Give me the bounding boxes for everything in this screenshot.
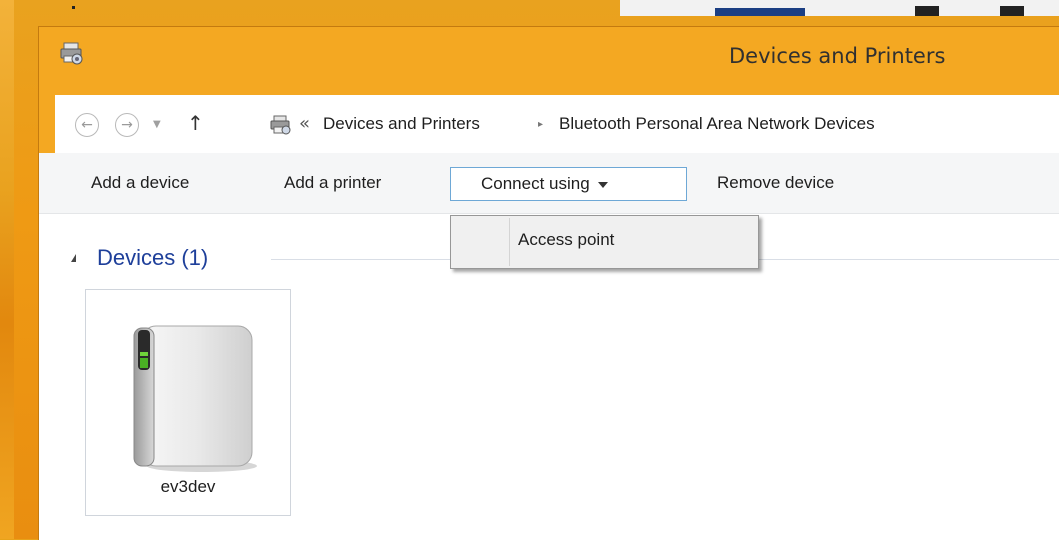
- back-arrow-icon: ←: [81, 117, 93, 133]
- device-name-label: ev3dev: [160, 477, 216, 496]
- navigation-bar-inner: ← → ▼ ↑ « Devices and Printers ▸ Bluetoo…: [55, 95, 1059, 153]
- window-title: Devices and Printers: [729, 44, 946, 68]
- devices-printers-small-icon: [270, 115, 291, 135]
- background-window-fragment: [1000, 6, 1024, 16]
- devices-printers-icon: [60, 42, 83, 65]
- desktop-edge: [0, 0, 14, 539]
- forward-button[interactable]: →: [115, 113, 139, 137]
- device-tile[interactable]: ev3dev: [85, 289, 291, 516]
- command-bar: Add a device Add a printer Connect using…: [39, 153, 1059, 214]
- devices-and-printers-window: Devices and Printers ← → ▼ ↑ « Devices a: [38, 26, 1059, 540]
- remove-device-button[interactable]: Remove device: [717, 167, 834, 199]
- up-arrow-icon[interactable]: ↑: [187, 111, 204, 135]
- back-button[interactable]: ←: [75, 113, 99, 137]
- background-window-strip: [620, 0, 1059, 16]
- menu-icon-gutter-divider: [509, 218, 510, 266]
- network-device-icon: [133, 325, 257, 472]
- navigation-bar: ← → ▼ ↑ « Devices and Printers ▸ Bluetoo…: [39, 95, 1059, 153]
- breadcrumb-separator-icon[interactable]: ▸: [538, 119, 543, 130]
- add-device-button[interactable]: Add a device: [91, 167, 189, 199]
- devices-group-header[interactable]: Devices (1): [97, 245, 208, 271]
- background-window-fragment: [715, 8, 805, 16]
- breadcrumb-bluetooth-pan-devices[interactable]: Bluetooth Personal Area Network Devices: [559, 114, 875, 134]
- connect-using-button[interactable]: Connect using: [450, 167, 687, 201]
- overflow-chevron-icon[interactable]: «: [299, 113, 310, 134]
- background-window-fragment: [72, 6, 75, 9]
- forward-arrow-icon: →: [121, 117, 133, 133]
- chevron-down-icon: [597, 181, 608, 188]
- title-bar[interactable]: Devices and Printers: [39, 27, 1059, 89]
- add-printer-button[interactable]: Add a printer: [284, 167, 381, 199]
- collapse-group-icon[interactable]: [71, 254, 76, 262]
- background-window-fragment: [915, 6, 939, 16]
- menu-item-access-point[interactable]: Access point: [518, 230, 614, 250]
- connect-using-menu: Access point: [450, 215, 759, 269]
- address-bar[interactable]: « Devices and Printers ▸ Bluetooth Perso…: [267, 109, 1059, 143]
- recent-locations-dropdown-icon[interactable]: ▼: [153, 119, 161, 130]
- breadcrumb-devices-and-printers[interactable]: Devices and Printers: [323, 114, 480, 134]
- connect-using-label: Connect using: [481, 174, 590, 193]
